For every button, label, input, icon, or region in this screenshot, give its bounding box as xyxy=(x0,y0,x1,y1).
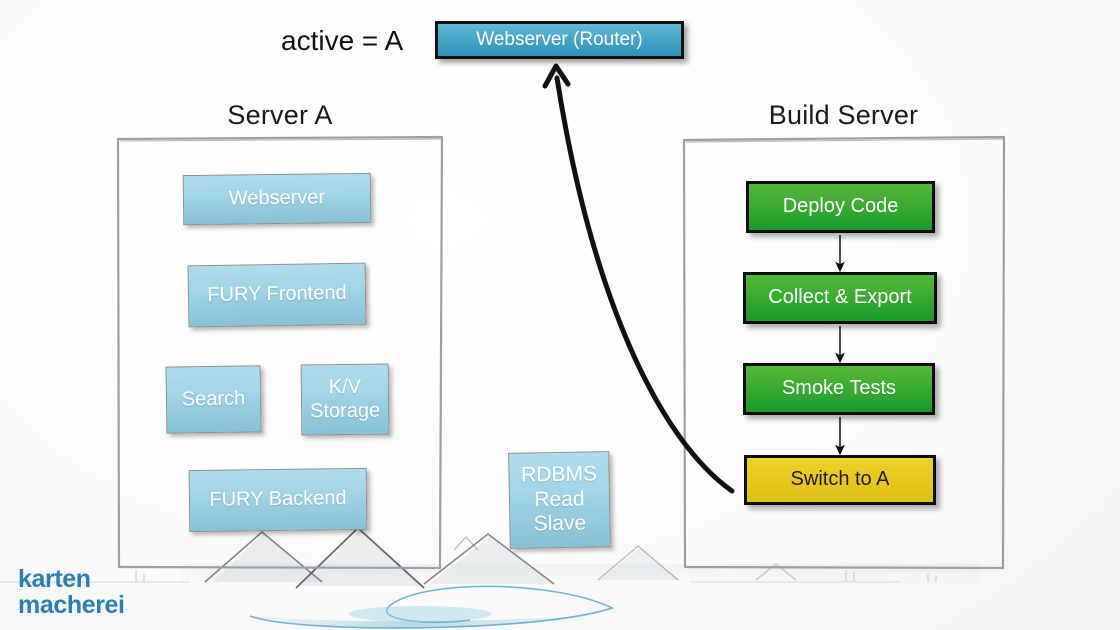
node-rdbms-read-slave[interactable]: RDBMS Read Slave xyxy=(508,451,611,549)
arrow-switch-to-router-head xyxy=(542,63,571,89)
node-label: Webserver (Router) xyxy=(476,28,643,50)
brand-logo: karten macherei xyxy=(18,565,125,619)
node-switch-to-a[interactable]: Switch to A xyxy=(744,455,936,505)
node-label: RDBMS Read Slave xyxy=(520,462,598,536)
node-label: Search xyxy=(181,387,246,411)
node-deploy-code[interactable]: Deploy Code xyxy=(746,181,935,233)
node-label: K/V Storage xyxy=(309,375,381,422)
node-fury-frontend[interactable]: FURY Frontend xyxy=(187,262,367,328)
active-annotation: active = A xyxy=(281,25,404,56)
node-label: FURY Backend xyxy=(209,487,347,512)
node-webserver-router[interactable]: Webserver (Router) xyxy=(435,21,684,59)
node-label: Smoke Tests xyxy=(781,377,897,400)
logo-line-2: macherei xyxy=(18,590,125,619)
node-search[interactable]: Search xyxy=(165,365,262,434)
node-label: FURY Frontend xyxy=(207,282,347,307)
logo-line-1: karten xyxy=(18,565,91,593)
build-server-title: Build Server xyxy=(768,100,919,130)
node-kv-storage[interactable]: K/V Storage xyxy=(300,363,390,436)
node-label: Webserver xyxy=(228,186,326,210)
node-label: Switch to A xyxy=(790,468,890,491)
node-label: Collect & Export xyxy=(768,286,912,309)
node-webserver[interactable]: Webserver xyxy=(182,172,372,226)
node-collect-export[interactable]: Collect & Export xyxy=(743,272,937,324)
node-fury-backend[interactable]: FURY Backend xyxy=(188,467,368,533)
slide-canvas: active = A Webserver (Router) Server A W… xyxy=(0,0,1120,630)
server-a-title: Server A xyxy=(227,100,333,130)
node-label: Deploy Code xyxy=(782,195,899,218)
node-smoke-tests[interactable]: Smoke Tests xyxy=(743,363,935,415)
